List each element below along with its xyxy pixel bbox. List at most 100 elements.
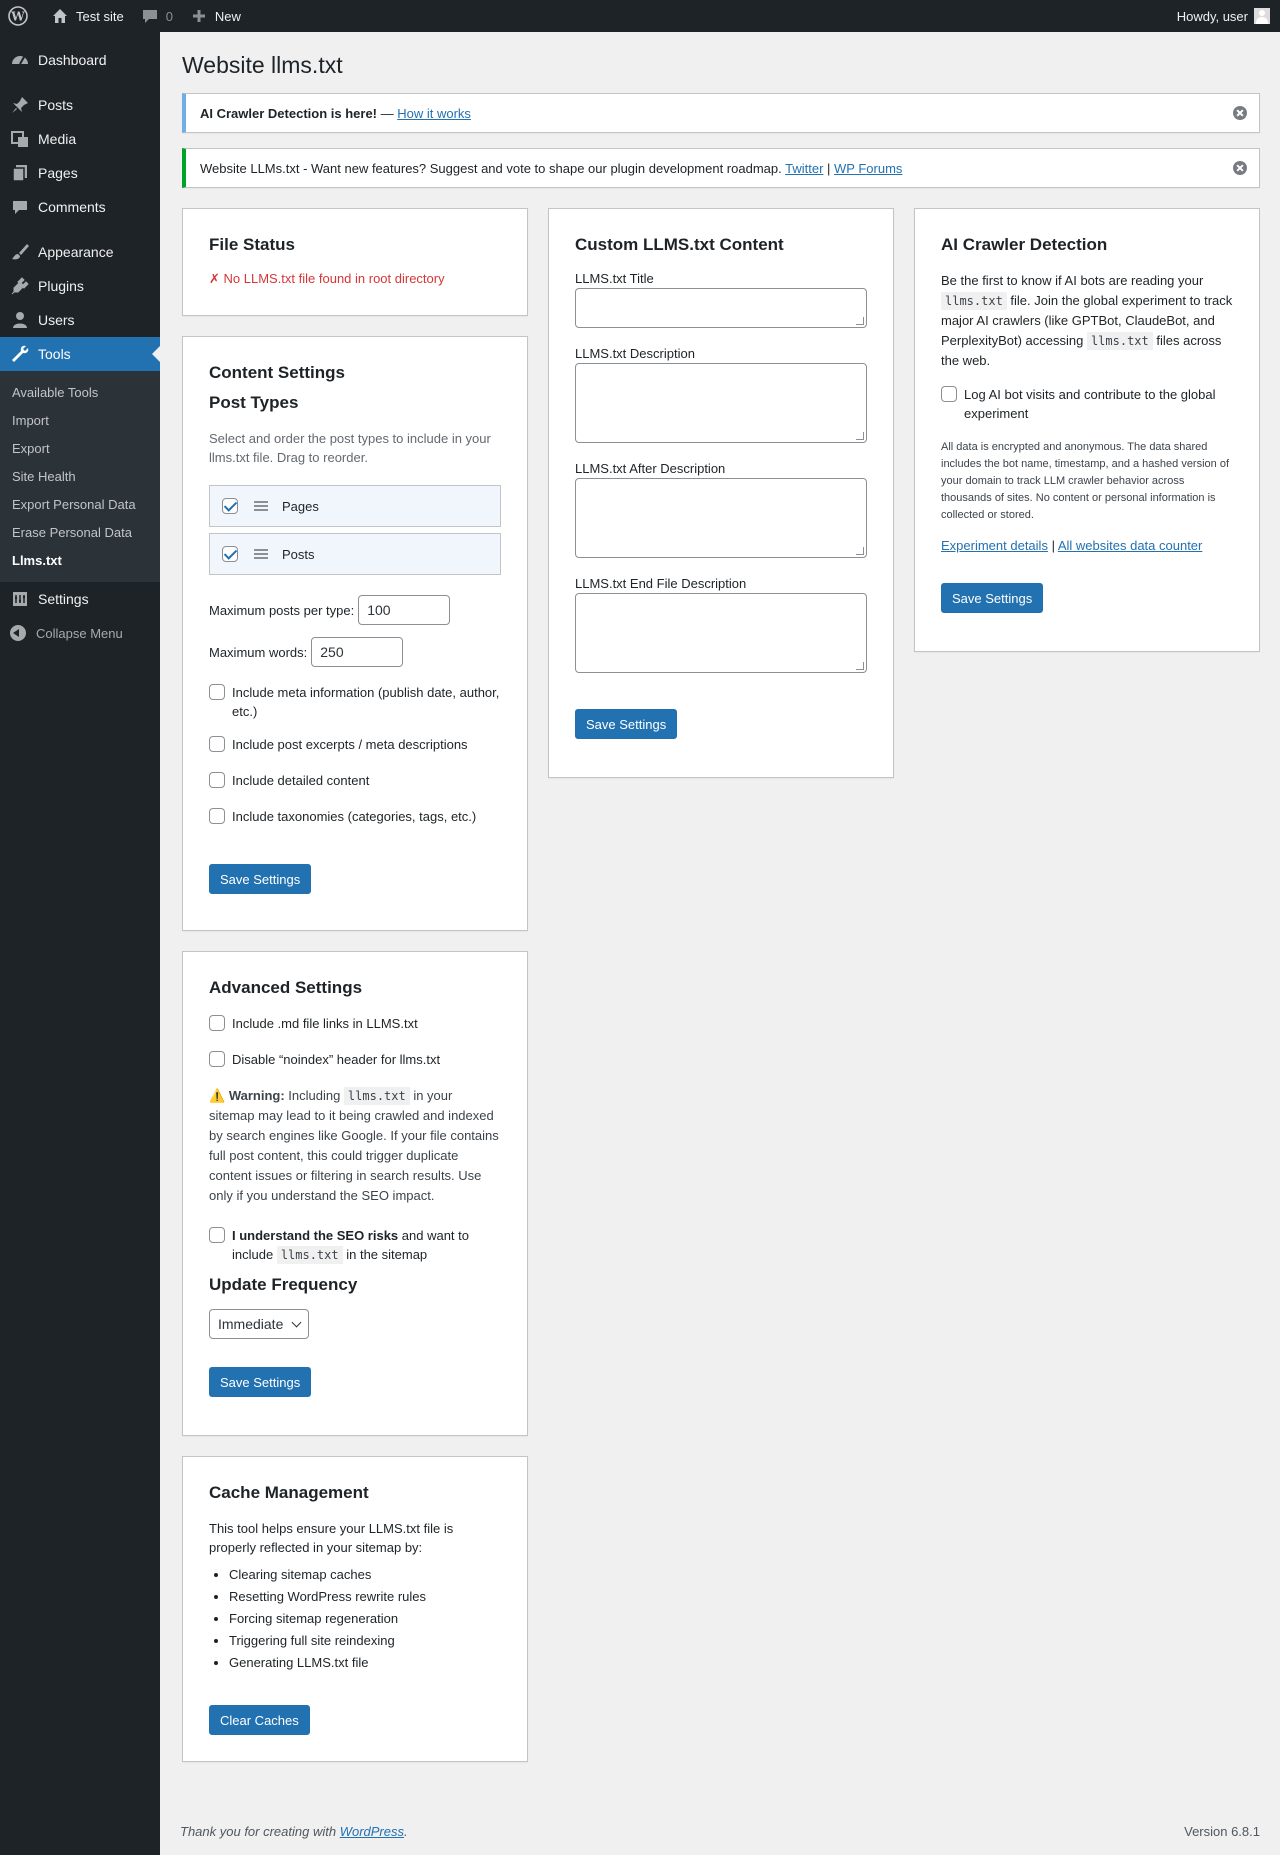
settings-icon [13, 592, 27, 606]
warning-bold: Warning: [228, 1088, 285, 1103]
menu-plugins[interactable]: Plugins [0, 269, 160, 303]
wordpress-logo-button[interactable]: W [0, 0, 42, 32]
max-words-input[interactable]: 250 [311, 637, 404, 667]
seo-post: in the sitemap [342, 1247, 428, 1262]
seo-risk-checkbox[interactable] [209, 1227, 225, 1243]
file-status-title: File Status [209, 235, 295, 254]
submenu-available-tools[interactable]: Available Tools [0, 378, 160, 406]
data-counter-link[interactable]: All websites data counter [1058, 538, 1203, 553]
content-settings-box: Content Settings Post Types Select and o… [182, 336, 528, 931]
post-type-pages-checkbox[interactable] [222, 498, 238, 514]
drag-handle-icon[interactable] [254, 501, 268, 511]
collapse-icon [10, 625, 26, 641]
wp-forums-link[interactable]: WP Forums [834, 161, 902, 176]
plug-icon [11, 277, 29, 295]
pages-icon [12, 165, 27, 182]
submenu-site-health[interactable]: Site Health [0, 462, 160, 490]
include-meta-checkbox[interactable] [209, 684, 225, 700]
llms-end-description-label: LLMS.txt End File Description [575, 576, 747, 591]
include-excerpts-checkbox[interactable] [209, 736, 225, 752]
menu-settings[interactable]: Settings [0, 582, 160, 616]
privacy-note: All data is encrypted and anonymous. The… [941, 441, 1230, 521]
llms-after-description-textarea[interactable] [575, 478, 867, 558]
disable-noindex-option[interactable]: Disable “noindex” header for llms.txt [209, 1050, 501, 1069]
cache-steps-list: Clearing sitemap caches Resetting WordPr… [209, 1567, 501, 1670]
save-advanced-settings-button[interactable]: Save Settings [209, 1367, 312, 1397]
submenu-import[interactable]: Import [0, 406, 160, 434]
save-crawler-settings-button[interactable]: Save Settings [941, 583, 1044, 613]
option-label: Disable “noindex” header for llms.txt [232, 1052, 441, 1067]
menu-users[interactable]: Users [0, 303, 160, 337]
llms-description-textarea[interactable] [575, 363, 867, 443]
log-bot-visits-checkbox[interactable] [941, 386, 957, 402]
submenu-export-personal-data[interactable]: Export Personal Data [0, 490, 160, 518]
menu-posts[interactable]: Posts [0, 88, 160, 122]
save-content-settings-button[interactable]: Save Settings [209, 864, 312, 894]
include-excerpts-option[interactable]: Include post excerpts / meta description… [209, 735, 501, 754]
settings-columns: File Status ✗ No LLMS.txt file found in … [182, 208, 1260, 1782]
menu-dashboard[interactable]: Dashboard [0, 43, 160, 77]
llms-end-description-textarea[interactable] [575, 593, 867, 673]
post-type-item-pages[interactable]: Pages [209, 485, 501, 527]
disable-noindex-checkbox[interactable] [209, 1051, 225, 1067]
experiment-details-link[interactable]: Experiment details [941, 538, 1048, 553]
site-name-link[interactable]: Test site [42, 0, 132, 32]
log-bot-visits-option[interactable]: Log AI bot visits and contribute to the … [941, 385, 1233, 423]
include-taxonomies-option[interactable]: Include taxonomies (categories, tags, et… [209, 807, 501, 826]
collapse-label: Collapse Menu [36, 625, 123, 641]
seo-risk-option[interactable]: I understand the SEO risks and want to i… [209, 1226, 501, 1265]
wordpress-link[interactable]: WordPress [340, 1824, 404, 1839]
twitter-link[interactable]: Twitter [785, 161, 823, 176]
post-type-posts-checkbox[interactable] [222, 546, 238, 562]
submenu-export[interactable]: Export [0, 434, 160, 462]
option-label: Log AI bot visits and contribute to the … [964, 387, 1216, 421]
menu-comments[interactable]: Comments [0, 190, 160, 224]
drag-handle-icon[interactable] [254, 549, 268, 559]
dismiss-icon[interactable] [1233, 161, 1247, 175]
sitemap-warning: ⚠️ Warning: Including llms.txt in your s… [209, 1086, 501, 1206]
intro-text: Be the first to know if AI bots are read… [941, 273, 1204, 288]
collapse-menu-button[interactable]: Collapse Menu [0, 616, 160, 650]
menu-tools[interactable]: Tools [0, 337, 160, 371]
footer-thanks: Thank you for creating with WordPress. [180, 1824, 408, 1839]
include-md-links-checkbox[interactable] [209, 1015, 225, 1031]
include-meta-option[interactable]: Include meta information (publish date, … [209, 683, 501, 721]
post-type-item-posts[interactable]: Posts [209, 533, 501, 575]
how-it-works-link[interactable]: How it works [397, 106, 471, 121]
wrench-icon [12, 345, 29, 362]
admin-menu: Dashboard Posts Media Pages Comments App… [0, 32, 160, 1855]
notice-bold: AI Crawler Detection is here! [200, 105, 377, 121]
max-posts-row: Maximum posts per type: 100 [209, 595, 501, 625]
update-frequency-select[interactable]: Immediate [209, 1309, 310, 1339]
dismiss-icon[interactable] [1233, 106, 1247, 120]
menu-label: Tools [38, 346, 71, 362]
llms-title-textarea[interactable] [575, 288, 867, 328]
menu-label: Settings [38, 591, 89, 607]
my-account-link[interactable]: Howdy, user [1177, 8, 1280, 24]
cache-description: This tool helps ensure your LLMS.txt fil… [209, 1521, 454, 1555]
menu-label: Plugins [38, 278, 84, 294]
option-label: Include taxonomies (categories, tags, et… [232, 809, 477, 824]
admin-bar: W Test site 0 New Howdy, user [0, 0, 1280, 32]
warning-icon: ⚠️ [209, 1088, 226, 1103]
advanced-settings-box: Advanced Settings Include .md file links… [182, 951, 528, 1436]
submenu-llms-txt[interactable]: Llms.txt [0, 546, 160, 574]
clear-caches-button[interactable]: Clear Caches [209, 1705, 310, 1735]
new-content-link[interactable]: New [181, 0, 249, 32]
comments-link[interactable]: 0 [132, 0, 181, 32]
brush-icon [12, 244, 29, 260]
list-item: Generating LLMS.txt file [229, 1655, 501, 1670]
include-detailed-checkbox[interactable] [209, 772, 225, 788]
menu-appearance[interactable]: Appearance [0, 235, 160, 269]
ai-crawler-intro: Be the first to know if AI bots are read… [941, 271, 1233, 371]
menu-pages[interactable]: Pages [0, 156, 160, 190]
submenu-erase-personal-data[interactable]: Erase Personal Data [0, 518, 160, 546]
include-md-links-option[interactable]: Include .md file links in LLMS.txt [209, 1014, 501, 1033]
include-taxonomies-checkbox[interactable] [209, 808, 225, 824]
menu-media[interactable]: Media [0, 122, 160, 156]
wordpress-icon: W [8, 6, 28, 26]
cache-management-box: Cache Management This tool helps ensure … [182, 1456, 528, 1762]
save-custom-content-button[interactable]: Save Settings [575, 709, 678, 739]
max-posts-input[interactable]: 100 [358, 595, 451, 625]
include-detailed-option[interactable]: Include detailed content [209, 771, 501, 790]
